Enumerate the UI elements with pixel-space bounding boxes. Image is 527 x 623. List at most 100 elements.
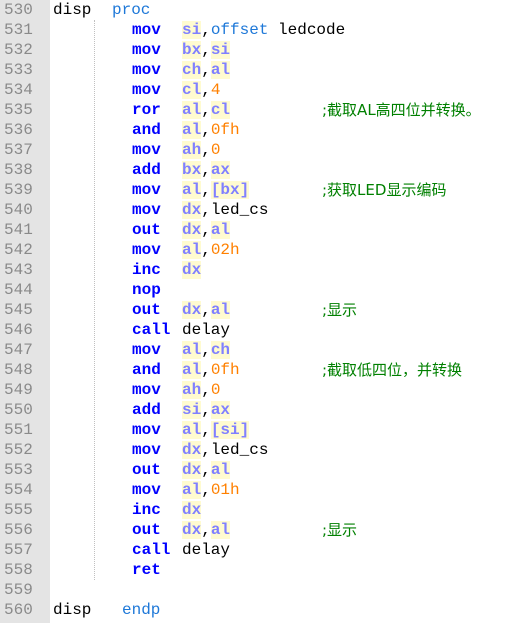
operands: dx,al — [182, 460, 231, 480]
comma: , — [201, 181, 211, 199]
operands: ah,0 — [182, 140, 220, 160]
comma: , — [201, 361, 211, 379]
directive: proc — [112, 1, 151, 19]
register-token: dx — [182, 221, 202, 239]
register-token: ch — [182, 61, 202, 79]
code-line[interactable]: 559 — [0, 580, 527, 600]
register-token: al — [210, 221, 231, 239]
register-token: ah — [182, 141, 202, 159]
comma: , — [201, 461, 211, 479]
instruction-mnemonic: ror — [132, 101, 161, 119]
line-number: 546 — [4, 321, 33, 339]
code-line[interactable]: 545 out dx,al ;显示 — [0, 300, 527, 320]
instruction-mnemonic: call — [132, 541, 171, 559]
register-token: [si] — [210, 421, 250, 439]
line-number: 554 — [4, 481, 33, 499]
code-line[interactable]: 546 call delay — [0, 320, 527, 340]
instruction-mnemonic: mov — [132, 341, 161, 359]
code-line[interactable]: 557 call delay — [0, 540, 527, 560]
identifier: ledcode — [268, 21, 346, 39]
code-line[interactable]: 544 nop — [0, 280, 527, 300]
code-line[interactable]: 553 out dx,al — [0, 460, 527, 480]
code-line[interactable]: 538 add bx,ax — [0, 160, 527, 180]
register-token: cl — [182, 81, 202, 99]
comma: , — [201, 141, 211, 159]
register-token: dx — [182, 441, 202, 459]
code-line[interactable]: 535 ror al,cl ;截取AL高四位并转换。 — [0, 100, 527, 120]
register-token: al — [182, 121, 202, 139]
code-line[interactable]: 534 mov cl,4 — [0, 80, 527, 100]
register-token: al — [182, 101, 202, 119]
instruction-mnemonic: mov — [132, 81, 161, 99]
code-line[interactable]: 556 out dx,al ;显示 — [0, 520, 527, 540]
line-number: 533 — [4, 61, 33, 79]
line-number: 534 — [4, 81, 33, 99]
operands: al,[bx] — [182, 180, 250, 200]
register-token: dx — [182, 501, 202, 519]
code-line[interactable]: 533 mov ch,al — [0, 60, 527, 80]
line-number: 541 — [4, 221, 33, 239]
code-line[interactable]: 543 inc dx — [0, 260, 527, 280]
comment: ;获取LED显示编码 — [322, 181, 447, 199]
comma: , — [201, 121, 211, 139]
code-line[interactable]: 536 and al,0fh — [0, 120, 527, 140]
code-line[interactable]: 539 mov al,[bx] ;获取LED显示编码 — [0, 180, 527, 200]
number-literal: 0 — [210, 141, 221, 159]
register-token: ax — [210, 401, 231, 419]
code-line[interactable]: 547 mov al,ch — [0, 340, 527, 360]
code-line[interactable]: 532 mov bx,si — [0, 40, 527, 60]
operands: si,ax — [182, 400, 231, 420]
line-number: 550 — [4, 401, 33, 419]
comma: , — [201, 421, 211, 439]
code-line[interactable]: 541 out dx,al — [0, 220, 527, 240]
code-editor[interactable]: 530 disp proc 531 mov si,offset ledcode 532 mov… — [0, 0, 527, 620]
code-line[interactable]: 549 mov ah,0 — [0, 380, 527, 400]
register-token: ah — [182, 381, 202, 399]
comment: ;截取低四位，并转换 — [322, 361, 463, 379]
instruction-mnemonic: mov — [132, 381, 161, 399]
line-number: 539 — [4, 181, 33, 199]
code-line[interactable]: 551 mov al,[si] — [0, 420, 527, 440]
operands: al,02h — [182, 240, 240, 260]
procedure-label: disp — [53, 1, 92, 19]
code-line[interactable]: 548 and al,0fh ;截取低四位，并转换 — [0, 360, 527, 380]
code-line[interactable]: 554 mov al,01h — [0, 480, 527, 500]
comma: , — [201, 301, 211, 319]
code-line[interactable]: 552 mov dx,led_cs — [0, 440, 527, 460]
register-token: dx — [182, 521, 202, 539]
code-line[interactable]: 540 mov dx,led_cs — [0, 200, 527, 220]
identifier: delay — [182, 321, 231, 339]
code-line[interactable]: 558 ret — [0, 560, 527, 580]
comma: , — [201, 441, 211, 459]
line-number: 537 — [4, 141, 33, 159]
comma: , — [201, 81, 211, 99]
code-line[interactable]: 537 mov ah,0 — [0, 140, 527, 160]
operands: dx,al — [182, 220, 231, 240]
code-line[interactable]: 530 disp proc — [0, 0, 527, 20]
comma: , — [201, 381, 211, 399]
instruction-mnemonic: mov — [132, 421, 161, 439]
instruction-mnemonic: mov — [132, 41, 161, 59]
instruction-mnemonic: mov — [132, 181, 161, 199]
comma: , — [201, 21, 211, 39]
comma: , — [201, 201, 211, 219]
line-number: 552 — [4, 441, 33, 459]
instruction-mnemonic: out — [132, 521, 161, 539]
register-token: si — [182, 21, 202, 39]
code-line[interactable]: 555 inc dx — [0, 500, 527, 520]
operands: bx,ax — [182, 160, 231, 180]
instruction-mnemonic: ret — [132, 561, 161, 579]
directive-token: offset — [210, 21, 269, 39]
operands: dx,al — [182, 520, 231, 540]
code-line[interactable]: 550 add si,ax — [0, 400, 527, 420]
number-literal: 0fh — [210, 121, 240, 139]
instruction-mnemonic: out — [132, 301, 161, 319]
register-token: al — [182, 421, 202, 439]
register-token: al — [182, 241, 202, 259]
number-literal: 0fh — [210, 361, 240, 379]
code-line[interactable]: 531 mov si,offset ledcode — [0, 20, 527, 40]
code-line[interactable]: 560 disp endp — [0, 600, 527, 620]
code-line[interactable]: 542 mov al,02h — [0, 240, 527, 260]
number-literal: 0 — [210, 381, 221, 399]
instruction-mnemonic: mov — [132, 201, 161, 219]
